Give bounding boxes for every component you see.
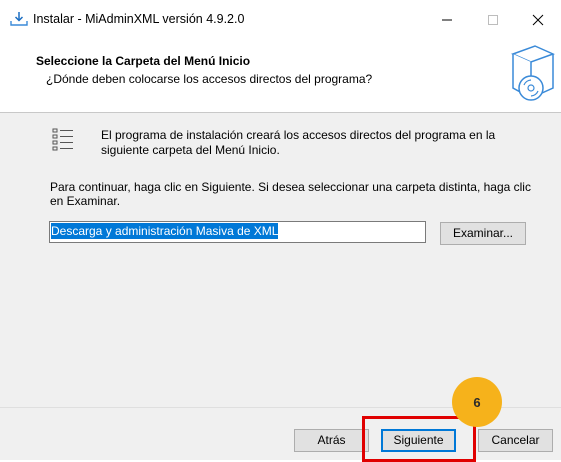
title-bar: Instalar - MiAdminXML versión 4.9.2.0 [0, 0, 561, 40]
step-badge: 6 [452, 377, 502, 427]
wizard-header: Seleccione la Carpeta del Menú Inicio ¿D… [0, 40, 561, 112]
page-title: Seleccione la Carpeta del Menú Inicio [36, 54, 251, 68]
highlight-annotation [362, 416, 476, 462]
page-subtitle: ¿Dónde deben colocarse los accesos direc… [46, 72, 373, 86]
maximize-icon [488, 15, 498, 25]
cancel-button[interactable]: Cancelar [478, 429, 553, 452]
minimize-icon [442, 19, 452, 21]
close-icon [532, 14, 544, 26]
start-menu-list-icon [52, 128, 73, 151]
installer-app-icon [10, 12, 28, 26]
info-text: El programa de instalación creará los ac… [101, 128, 496, 157]
window-title: Instalar - MiAdminXML versión 4.9.2.0 [33, 12, 245, 26]
start-menu-folder-input[interactable]: Descarga y administración Masiva de XML [49, 221, 426, 243]
folder-input-value: Descarga y administración Masiva de XML [51, 223, 279, 239]
browse-button[interactable]: Examinar... [440, 222, 526, 245]
wizard-body: El programa de instalación creará los ac… [0, 113, 561, 407]
close-button[interactable] [515, 0, 561, 40]
installer-disc-box-icon [510, 45, 556, 101]
back-button[interactable]: Atrás [294, 429, 369, 452]
minimize-button[interactable] [424, 0, 470, 40]
instruction-text: Para continuar, haga clic en Siguiente. … [50, 180, 531, 208]
maximize-button[interactable] [470, 0, 516, 40]
